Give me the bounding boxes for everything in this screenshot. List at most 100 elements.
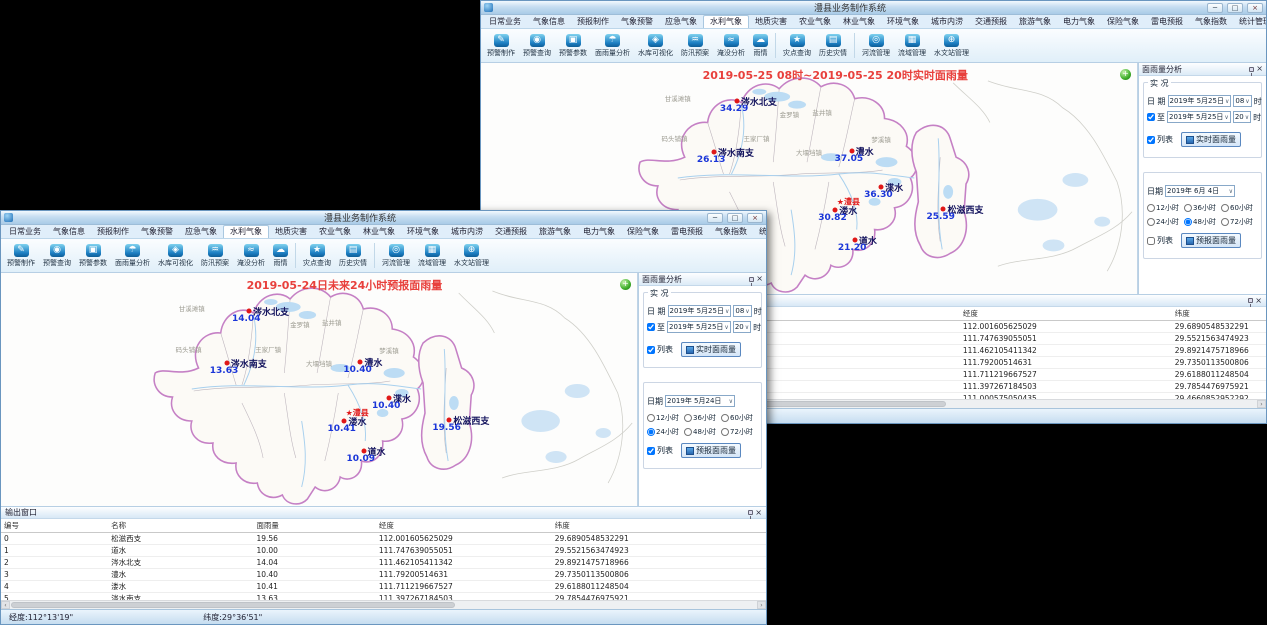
column-header-名称[interactable]: 名称 <box>108 519 253 533</box>
table-row[interactable]: 2涔水北支14.04111.46210541134229.89214757189… <box>1 557 766 569</box>
tab-气象预警[interactable]: 气象预警 <box>135 226 179 238</box>
toolbar-button-灾点查询[interactable]: ★灾点查询 <box>299 240 335 271</box>
forecast-rainfall-button[interactable]: 预报面雨量 <box>1181 233 1241 248</box>
scrollbar-thumb[interactable] <box>11 602 455 608</box>
tab-雷电预报[interactable]: 雷电预报 <box>1145 16 1189 28</box>
realtime-rainfall-button[interactable]: 实时面雨量 <box>681 342 741 357</box>
pin-icon[interactable] <box>749 277 754 282</box>
toolbar-button-雨情[interactable]: ☁雨情 <box>269 240 292 271</box>
start-date-combo[interactable]: 2019年 5月25日∨ <box>1168 95 1232 107</box>
toolbar-button-历史灾情[interactable]: ▤历史灾情 <box>335 240 371 271</box>
column-header-经度[interactable]: 经度 <box>960 307 1172 321</box>
scroll-right-arrow[interactable]: › <box>1257 400 1266 408</box>
list-checkbox[interactable] <box>1147 237 1155 245</box>
toolbar-button-淹没分析[interactable]: ≈淹没分析 <box>713 30 749 61</box>
duration-option-60小时[interactable]: 60小时 <box>1221 203 1258 213</box>
toolbar-button-灾点查询[interactable]: ★灾点查询 <box>779 30 815 61</box>
start-hour-combo[interactable]: 08∨ <box>1233 95 1251 107</box>
tab-环境气象[interactable]: 环境气象 <box>881 16 925 28</box>
map-locate-button[interactable]: + <box>1120 69 1131 80</box>
table-row[interactable]: 3澧水10.40111.7920051463129.7350113500806 <box>1 569 766 581</box>
toolbar-button-预警参数[interactable]: ▣预警参数 <box>555 30 591 61</box>
column-header-纬度[interactable]: 纬度 <box>552 519 766 533</box>
toolbar-button-水库可视化[interactable]: ◈水库可视化 <box>634 30 677 61</box>
tab-农业气象[interactable]: 农业气象 <box>793 16 837 28</box>
tab-保险气象[interactable]: 保险气象 <box>621 226 665 238</box>
tab-统计管理[interactable]: 统计管理 <box>753 226 766 238</box>
duration-radio[interactable] <box>1147 204 1155 212</box>
titlebar[interactable]: 澧县业务制作系统 ─ □ × <box>1 211 766 225</box>
tab-气象指数[interactable]: 气象指数 <box>709 226 753 238</box>
end-hour-combo[interactable]: 20∨ <box>733 321 751 333</box>
duration-radio[interactable] <box>1184 204 1192 212</box>
close-button[interactable]: × <box>1247 3 1263 13</box>
duration-radio[interactable] <box>1221 218 1229 226</box>
list-checkbox[interactable] <box>647 447 655 455</box>
titlebar[interactable]: 澧县业务制作系统 ─ □ × <box>481 1 1266 15</box>
duration-radio[interactable] <box>1221 204 1229 212</box>
tab-气象信息[interactable]: 气象信息 <box>47 226 91 238</box>
pin-icon[interactable] <box>1248 298 1253 303</box>
tab-雷电预报[interactable]: 雷电预报 <box>665 226 709 238</box>
scroll-right-arrow[interactable]: › <box>757 601 766 609</box>
duration-option-60小时[interactable]: 60小时 <box>721 413 758 423</box>
to-checkbox[interactable] <box>647 323 655 331</box>
column-header-纬度[interactable]: 纬度 <box>1172 307 1266 321</box>
tab-交通预报[interactable]: 交通预报 <box>489 226 533 238</box>
column-header-面雨量[interactable]: 面雨量 <box>253 519 375 533</box>
dock-close-icon[interactable]: × <box>755 509 762 517</box>
toolbar-button-河流管理[interactable]: ◎河流管理 <box>858 30 894 61</box>
tab-环境气象[interactable]: 环境气象 <box>401 226 445 238</box>
tab-地质灾害[interactable]: 地质灾害 <box>269 226 313 238</box>
duration-radio[interactable] <box>1184 218 1192 226</box>
tab-气象指数[interactable]: 气象指数 <box>1189 16 1233 28</box>
toolbar-button-预警制作[interactable]: ✎预警制作 <box>483 30 519 61</box>
forecast-date-combo[interactable]: 2019年 6月 4日∨ <box>1165 185 1235 197</box>
tab-电力气象[interactable]: 电力气象 <box>577 226 621 238</box>
tab-地质灾害[interactable]: 地质灾害 <box>749 16 793 28</box>
start-date-combo[interactable]: 2019年 5月25日∨ <box>668 305 732 317</box>
duration-radio[interactable] <box>647 414 655 422</box>
forecast-date-combo[interactable]: 2019年 5月24日∨ <box>665 395 735 407</box>
toolbar-button-防汛预案[interactable]: ♒防汛预案 <box>197 240 233 271</box>
dock-close-icon[interactable]: × <box>1255 297 1262 305</box>
realtime-rainfall-button[interactable]: 实时面雨量 <box>1181 132 1241 147</box>
tab-城市内涝[interactable]: 城市内涝 <box>925 16 969 28</box>
forecast-rainfall-button[interactable]: 预报面雨量 <box>681 443 741 458</box>
tab-农业气象[interactable]: 农业气象 <box>313 226 357 238</box>
duration-option-24小时[interactable]: 24小时 <box>647 427 684 437</box>
duration-option-12小时[interactable]: 12小时 <box>1147 203 1184 213</box>
close-button[interactable]: × <box>747 213 763 223</box>
minimize-button[interactable]: ─ <box>1207 3 1223 13</box>
maximize-button[interactable]: □ <box>1227 3 1243 13</box>
tab-保险气象[interactable]: 保险气象 <box>1101 16 1145 28</box>
tab-旅游气象[interactable]: 旅游气象 <box>533 226 577 238</box>
tab-统计管理[interactable]: 统计管理 <box>1233 16 1266 28</box>
table-row[interactable]: 1道水10.00111.74763905505129.5521563474923 <box>1 545 766 557</box>
duration-radio[interactable] <box>647 428 655 436</box>
duration-option-24小时[interactable]: 24小时 <box>1147 217 1184 227</box>
horizontal-scrollbar[interactable]: ‹ › <box>1 600 766 609</box>
duration-option-48小时[interactable]: 48小时 <box>684 427 721 437</box>
toolbar-button-河流管理[interactable]: ◎河流管理 <box>378 240 414 271</box>
tab-日常业务[interactable]: 日常业务 <box>3 226 47 238</box>
toolbar-button-水文站管理[interactable]: ⊕水文站管理 <box>930 30 973 61</box>
toolbar-button-流域管理[interactable]: ▦流域管理 <box>894 30 930 61</box>
toolbar-button-预警制作[interactable]: ✎预警制作 <box>3 240 39 271</box>
maximize-button[interactable]: □ <box>727 213 743 223</box>
duration-radio[interactable] <box>684 428 692 436</box>
duration-option-36小时[interactable]: 36小时 <box>684 413 721 423</box>
panel-close-icon[interactable]: × <box>756 275 763 283</box>
toolbar-button-淹没分析[interactable]: ≈淹没分析 <box>233 240 269 271</box>
table-row[interactable]: 5涔水南支13.63111.39726718450329.78544769759… <box>1 593 766 601</box>
tab-林业气象[interactable]: 林业气象 <box>357 226 401 238</box>
duration-option-72小时[interactable]: 72小时 <box>1221 217 1258 227</box>
tab-日常业务[interactable]: 日常业务 <box>483 16 527 28</box>
toolbar-button-历史灾情[interactable]: ▤历史灾情 <box>815 30 851 61</box>
toolbar-button-防汛预案[interactable]: ♒防汛预案 <box>677 30 713 61</box>
toolbar-button-水库可视化[interactable]: ◈水库可视化 <box>154 240 197 271</box>
duration-radio[interactable] <box>721 414 729 422</box>
toolbar-button-流域管理[interactable]: ▦流域管理 <box>414 240 450 271</box>
tab-城市内涝[interactable]: 城市内涝 <box>445 226 489 238</box>
map-locate-button[interactable]: + <box>620 279 631 290</box>
